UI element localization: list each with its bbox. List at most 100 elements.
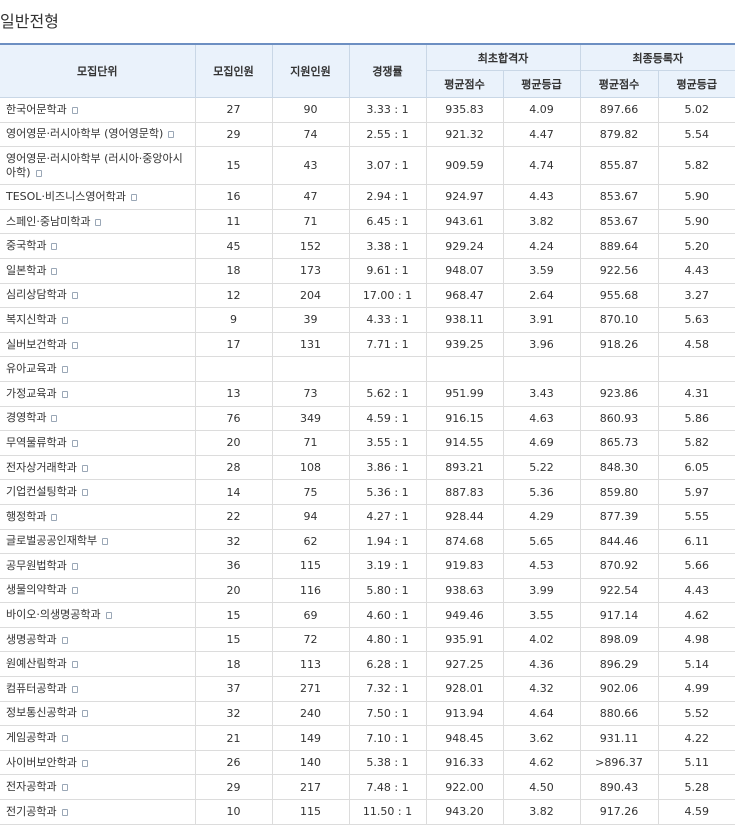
section-title: 일반전형 bbox=[0, 12, 59, 31]
final-grade-cell: 4.31 bbox=[657, 381, 736, 407]
applicants-cell: 71 bbox=[271, 430, 350, 456]
header-final-avg-score: 평균점수 bbox=[579, 70, 659, 98]
first-grade-cell: 5.36 bbox=[502, 479, 581, 505]
unit-name: 바이오·의생명공학과 bbox=[6, 608, 101, 622]
document-icon[interactable] bbox=[102, 538, 109, 546]
document-icon[interactable] bbox=[71, 292, 78, 300]
unit-cell: 전자공학과 bbox=[0, 774, 196, 801]
final-score-cell bbox=[579, 356, 659, 382]
final-score-cell: 931.11 bbox=[579, 725, 659, 751]
unit-name: 전기공학과 bbox=[6, 804, 57, 818]
header-first-avg-score: 평균점수 bbox=[426, 70, 504, 98]
unit-name: 공무원법학과 bbox=[6, 558, 67, 572]
document-icon[interactable] bbox=[81, 710, 88, 718]
table-row: 전기공학과 10 115 11.50 : 1 943.20 3.82 917.26 4.59 bbox=[0, 799, 736, 825]
document-icon[interactable] bbox=[81, 489, 88, 497]
first-grade-cell: 4.62 bbox=[502, 750, 581, 776]
first-score-cell: 948.45 bbox=[425, 725, 504, 751]
document-icon[interactable] bbox=[51, 513, 58, 521]
document-icon[interactable] bbox=[61, 808, 68, 816]
document-icon[interactable] bbox=[71, 106, 78, 114]
final-score-cell: 853.67 bbox=[579, 209, 659, 235]
unit-name: 실버보건학과 bbox=[6, 337, 67, 351]
first-score-cell: 928.44 bbox=[425, 504, 504, 530]
first-score-cell: 927.25 bbox=[425, 651, 504, 678]
document-icon[interactable] bbox=[71, 562, 78, 570]
document-icon[interactable] bbox=[71, 341, 78, 349]
document-icon[interactable] bbox=[105, 612, 112, 620]
document-icon[interactable] bbox=[71, 439, 78, 447]
unit-cell: 전자상거래학과 bbox=[0, 455, 196, 481]
ratio-cell: 4.59 : 1 bbox=[348, 406, 427, 432]
applicants-cell: 73 bbox=[271, 381, 350, 407]
final-score-cell: 889.64 bbox=[579, 233, 659, 259]
unit-cell: 게임공학과 bbox=[0, 725, 196, 751]
document-icon[interactable] bbox=[95, 218, 102, 226]
applicants-cell: 173 bbox=[271, 258, 350, 284]
document-icon[interactable] bbox=[61, 735, 68, 743]
quota-cell: 21 bbox=[194, 725, 273, 751]
first-score-cell: 943.20 bbox=[425, 799, 504, 825]
document-icon[interactable] bbox=[51, 267, 58, 275]
unit-name: 영어영문·러시아학부 (영어영문학) bbox=[6, 127, 164, 141]
document-icon[interactable] bbox=[81, 759, 88, 767]
table-row: 게임공학과 21 149 7.10 : 1 948.45 3.62 931.11 4.22 bbox=[0, 725, 736, 751]
ratio-cell: 17.00 : 1 bbox=[348, 283, 427, 309]
first-grade-cell: 4.09 bbox=[502, 97, 581, 123]
table-row: 컴퓨터공학과 37 271 7.32 : 1 928.01 4.32 902.06 4.99 bbox=[0, 676, 736, 702]
document-icon[interactable] bbox=[51, 243, 58, 251]
document-icon[interactable] bbox=[71, 587, 78, 595]
quota-cell: 15 bbox=[194, 602, 273, 628]
first-score-cell: 874.68 bbox=[425, 529, 504, 555]
ratio-cell: 3.33 : 1 bbox=[348, 97, 427, 123]
applicants-cell: 94 bbox=[271, 504, 350, 530]
table-row: 전자상거래학과 28 108 3.86 : 1 893.21 5.22 848.30 6.05 bbox=[0, 455, 736, 481]
document-icon[interactable] bbox=[81, 464, 88, 472]
ratio-cell: 4.27 : 1 bbox=[348, 504, 427, 530]
document-icon[interactable] bbox=[51, 415, 58, 423]
document-icon[interactable] bbox=[61, 390, 68, 398]
document-icon[interactable] bbox=[61, 316, 68, 324]
table-body: 한국어문학과 27 90 3.33 : 1 935.83 4.09 897.66 5.02 영어… bbox=[0, 97, 736, 825]
final-score-cell: 890.43 bbox=[579, 774, 659, 801]
first-score-cell: 943.61 bbox=[425, 209, 504, 235]
quota-cell: 20 bbox=[194, 578, 273, 604]
document-icon[interactable] bbox=[61, 366, 68, 374]
final-score-cell: 860.93 bbox=[579, 406, 659, 432]
ratio-cell: 6.28 : 1 bbox=[348, 651, 427, 678]
first-score-cell: 916.33 bbox=[425, 750, 504, 776]
applicants-cell: 75 bbox=[271, 479, 350, 505]
ratio-cell: 5.36 : 1 bbox=[348, 479, 427, 505]
final-grade-cell: 4.58 bbox=[657, 332, 736, 358]
final-score-cell: 855.87 bbox=[579, 146, 659, 186]
first-score-cell: 929.24 bbox=[425, 233, 504, 259]
document-icon[interactable] bbox=[168, 131, 175, 139]
document-icon[interactable] bbox=[130, 193, 137, 201]
quota-cell: 29 bbox=[194, 774, 273, 801]
ratio-cell: 2.55 : 1 bbox=[348, 122, 427, 148]
quota-cell bbox=[194, 356, 273, 382]
applicants-cell: 72 bbox=[271, 627, 350, 653]
document-icon[interactable] bbox=[61, 784, 68, 792]
document-icon[interactable] bbox=[35, 169, 42, 177]
unit-cell: 유아교육과 bbox=[0, 356, 196, 382]
final-grade-cell: 5.90 bbox=[657, 209, 736, 235]
quota-cell: 12 bbox=[194, 283, 273, 309]
final-score-cell: 870.10 bbox=[579, 307, 659, 333]
ratio-cell: 1.94 : 1 bbox=[348, 529, 427, 555]
first-grade-cell: 3.55 bbox=[502, 602, 581, 628]
first-score-cell: 948.07 bbox=[425, 258, 504, 284]
table-row: TESOL·비즈니스영어학과 16 47 2.94 : 1 924.97 4.43 853.… bbox=[0, 184, 736, 210]
document-icon[interactable] bbox=[71, 685, 78, 693]
unit-cell: 심리상담학과 bbox=[0, 283, 196, 309]
unit-cell: 행정학과 bbox=[0, 504, 196, 530]
quota-cell: 11 bbox=[194, 209, 273, 235]
first-grade-cell: 4.32 bbox=[502, 676, 581, 702]
document-icon[interactable] bbox=[71, 661, 78, 669]
quota-cell: 36 bbox=[194, 553, 273, 579]
unit-cell: 기업컨설팅학과 bbox=[0, 479, 196, 505]
header-first-accepted: 최초합격자 bbox=[425, 43, 581, 71]
final-grade-cell: 5.90 bbox=[657, 184, 736, 210]
final-score-cell: 897.66 bbox=[579, 97, 659, 123]
document-icon[interactable] bbox=[61, 636, 68, 644]
